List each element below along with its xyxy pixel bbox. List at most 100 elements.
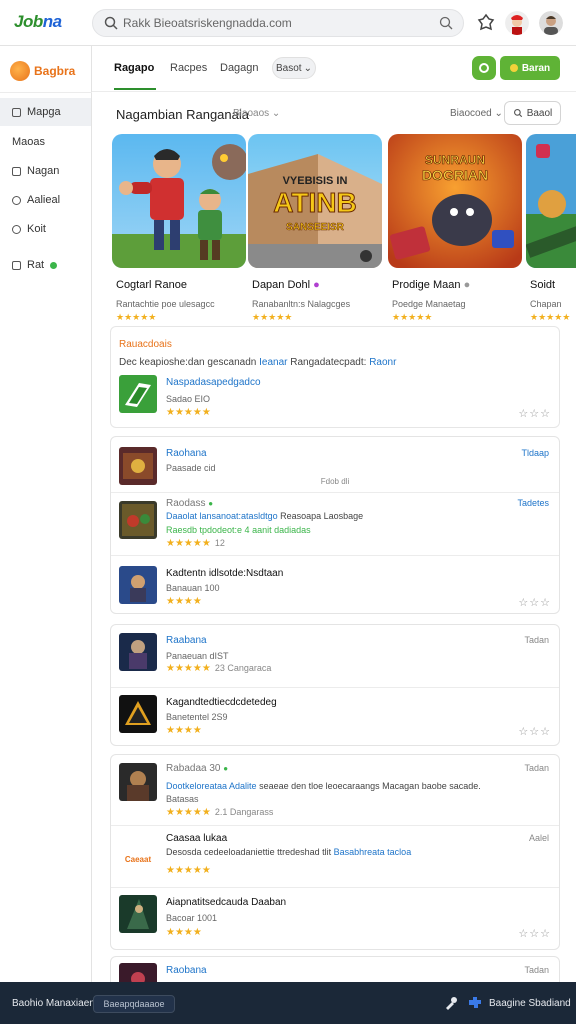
promo-game-title[interactable]: Naspadasapedgadco (166, 377, 261, 388)
divider (0, 92, 92, 93)
promo-link[interactable]: Raonr (369, 357, 396, 368)
list-item-action[interactable]: Aalel (529, 833, 549, 843)
rate-stars-input[interactable]: ☆☆☆ (518, 927, 551, 940)
list-item-title[interactable]: Aiapnatitsedcauda Daaban (166, 897, 286, 908)
rate-stars-input[interactable]: ☆☆☆ (518, 407, 551, 420)
rating-value: ★★★★★ (166, 538, 211, 549)
search-input[interactable] (123, 14, 423, 32)
circle-icon (12, 224, 21, 234)
section-title: Nagambian Ranganaia (116, 107, 249, 122)
featured-title-text: Dapan Dohl (252, 279, 311, 291)
logo-text-b: na (42, 12, 62, 31)
list-item-action[interactable]: Tadan (524, 635, 549, 645)
rating-stars: ★★★★★ (166, 407, 211, 418)
list-item-title[interactable]: Raodass ● (166, 498, 213, 509)
featured-card[interactable]: Soidt Chapan ★★★★★ (526, 134, 576, 324)
list-item[interactable]: Raabana Panaeuan dIST ★★★★★ 23 Cangaraca … (111, 625, 559, 687)
sidebar-item-maoas[interactable]: Maoas (0, 128, 91, 156)
list-item-note: Fdob dli (320, 477, 350, 486)
rating-value: ★★★★★ (116, 312, 157, 322)
description-link[interactable]: Basabhreata tacloa (334, 847, 412, 857)
list-item[interactable]: Rabadaa 30 ● Dootkeloreataa Adalite seae… (111, 755, 559, 825)
puzzle-icon[interactable] (466, 994, 484, 1012)
sidebar-item-label: Mapga (27, 106, 61, 118)
list-item-title[interactable]: Raabana (166, 635, 207, 646)
list-item-title[interactable]: Raobana (166, 965, 207, 976)
rating-stars: ★★★★★ (530, 312, 570, 323)
list-item-description: Daaolat lansanoat:atasldtgo Reasoapa Lao… (166, 511, 363, 521)
rate-stars-input[interactable]: ☆☆☆ (518, 725, 551, 738)
rating-value: ★★★★★ (252, 312, 293, 322)
game-thumbnail[interactable] (119, 375, 157, 413)
rating-stars: ★★★★★ (116, 312, 156, 323)
list-item-title-text: Rabadaa 30 (166, 763, 221, 774)
list-item-action[interactable]: Tadan (524, 763, 549, 773)
list-item-title[interactable]: Caasaa lukaa (166, 833, 227, 844)
game-cover-image: VYEBISIS IN ATINB SANSEEISR (248, 134, 382, 268)
list-item-title[interactable]: Kadtentn idlsotde:Nsdtaan (166, 568, 283, 579)
promo-link[interactable]: Ieanar (259, 357, 287, 368)
sidebar-item-rat[interactable]: Rat (0, 251, 91, 279)
header-action-button[interactable]: Baran (500, 56, 560, 80)
featured-card[interactable]: Cogtarl Ranoe Rantachtie poe ulesagcc ★★… (112, 134, 246, 324)
tab-racpes[interactable]: Racpes (170, 62, 207, 74)
search-submit-icon[interactable] (438, 15, 454, 31)
list-item-title[interactable]: Raohana (166, 448, 207, 459)
game-thumbnail (119, 695, 157, 733)
featured-card[interactable]: VYEBISIS IN ATINB SANSEEISR Dapan Dohl ●… (248, 134, 382, 324)
tab-dagagn[interactable]: Dagagn (220, 62, 259, 74)
svg-text:DOGRIAN: DOGRIAN (422, 167, 488, 183)
search-button-label: Baaol (526, 107, 553, 119)
list-item[interactable]: Kadtentn idlsotde:Nsdtaan Banauan 100 ★★… (111, 556, 559, 618)
sidebar-item-aalieal[interactable]: Aalieal (0, 186, 91, 214)
bottom-bar-pill[interactable]: Baeapqdaaaoe (93, 995, 175, 1013)
rating-stars: ★★★★ (166, 927, 202, 938)
list-item[interactable]: Raohana Paasade cid Tldaap Fdob dli (111, 437, 559, 499)
section-filter-dropdown[interactable]: Biaoaos ⌄ (233, 108, 280, 119)
section-search-button[interactable]: Baaol (504, 101, 561, 125)
list-item-subtitle: Panaeuan dIST (166, 651, 229, 661)
sort-label: Biaocoed (450, 108, 492, 119)
search-bar[interactable] (92, 9, 464, 37)
description-link[interactable]: Daaolat lansanoat:atasldtgo (166, 511, 278, 521)
list-item-title[interactable]: Rabadaa 30 ● (166, 763, 228, 774)
tool-icon[interactable] (442, 994, 460, 1012)
featured-subtitle: Ranabanltn:s Nalagcges (252, 299, 351, 309)
featured-title-text: Prodige Maan (392, 279, 461, 291)
list-item[interactable]: Aiapnatitsedcauda Daaban Bacoar 1001 ★★★… (111, 887, 559, 949)
online-status-dot (50, 261, 58, 269)
rating-meta: 23 Cangaraca (214, 663, 272, 673)
list-item[interactable]: Raobana Tadan (111, 957, 559, 982)
list-item-action[interactable]: Tadetes (517, 498, 549, 508)
sidebar: Bagbra Mapga Maoas Nagan Aalieal Koit Ra… (0, 46, 92, 982)
sort-dropdown[interactable]: Biaocoed ⌄ (450, 108, 503, 119)
game-avatar-icon[interactable] (505, 11, 529, 35)
list-item-action[interactable]: Tldaap (521, 448, 549, 458)
filter-dropdown[interactable]: Basot ⌄ (272, 57, 316, 79)
list-item-action[interactable]: Tadan (524, 965, 549, 975)
list-item[interactable]: Kagandtedtiecdcdetedeg Banetentel 2S9 ★★… (111, 687, 559, 749)
rating-value: ★★★★ (166, 596, 202, 607)
square-icon (12, 107, 21, 117)
bottom-bar-link[interactable]: Baagine Sbadiand (489, 998, 571, 1009)
tab-ragapo[interactable]: Ragapo (114, 62, 154, 74)
notification-icon[interactable] (474, 11, 498, 35)
sidebar-item-nagan[interactable]: Nagan (0, 157, 91, 185)
featured-card[interactable]: SUNRAUN DOGRIAN Prodige Maan ● Poedge Ma… (388, 134, 522, 324)
user-avatar[interactable] (539, 11, 563, 35)
list-item-title[interactable]: Kagandtedtiecdcdetedeg (166, 697, 277, 708)
sidebar-brand[interactable]: Bagbra (10, 60, 75, 82)
promo-box: Rauacdoais Dec keapioshe:dan gescanadn I… (110, 326, 560, 428)
sidebar-item-koit[interactable]: Koit (0, 215, 91, 243)
rate-stars-input[interactable]: ☆☆☆ (518, 596, 551, 609)
app-logo[interactable]: Jobna (14, 12, 62, 32)
refresh-button[interactable] (472, 56, 496, 80)
description-link[interactable]: Dootkeloreataa Adalite (166, 781, 257, 791)
rating-value: ★★★★★ (392, 312, 433, 322)
filter-label: Basot (276, 62, 302, 74)
coin-icon (509, 64, 518, 72)
list-item[interactable]: Caeaat Caasaa lukaa Desosda cedeeloadani… (111, 825, 559, 887)
sidebar-item-mapga[interactable]: Mapga (0, 98, 91, 126)
bottom-bar: Baohio Manaxiaen Baeapqdaaaoe Baagine Sb… (0, 982, 576, 1024)
list-item[interactable]: Raodass ● Daaolat lansanoat:atasldtgo Re… (111, 493, 559, 555)
